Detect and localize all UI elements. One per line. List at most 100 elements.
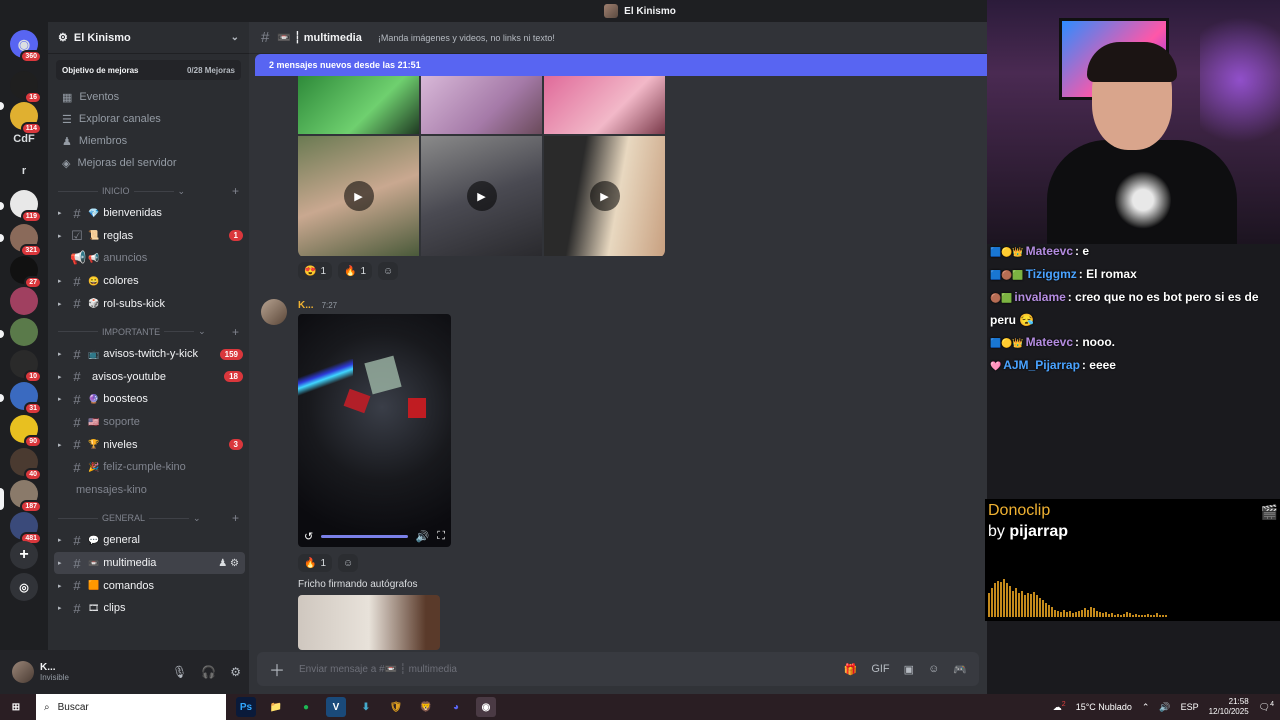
server-icon[interactable]: 90 [10,415,42,448]
add-channel-icon[interactable]: + [232,184,239,198]
category-inicio[interactable]: INICIO ⌄ + [48,180,249,202]
avatar[interactable] [12,661,34,683]
reaction[interactable]: 😍 1 [298,262,333,280]
microphone-icon[interactable]: 🎙 [172,665,187,679]
boost-goal[interactable]: Objetivo de mejoras 0/28 Mejoras [56,60,241,80]
category-general[interactable]: GENERAL ⌄ + [48,507,249,529]
nav-server-boost[interactable]: ◈ Mejoras del servidor [48,152,249,174]
spotify-icon[interactable]: ● [296,697,316,717]
app-icon[interactable]: ⬇ [356,697,376,717]
chevron-up-icon[interactable]: ⌃ [1142,702,1150,713]
channel-reglas[interactable]: ▸ ☑ 📜 reglas 1 [48,225,249,248]
channel-colores[interactable]: ▸ # 😀 colores [48,270,249,293]
channel-mensajes-kino[interactable]: mensajes-kino [48,479,249,502]
avatar[interactable] [261,299,287,325]
weather-text[interactable]: 15°C Nublado [1076,702,1132,712]
channel-comandos[interactable]: ▸ # 🟧 comandos [48,574,249,597]
play-icon[interactable]: ▶ [466,181,497,211]
volume-icon[interactable]: 🔊 [416,530,430,543]
media-tile[interactable]: ▶ [421,136,542,256]
clock[interactable]: 21:58 12/10/2025 [1209,697,1249,717]
channel-clips[interactable]: ▸ # 🎞 clips [48,597,249,620]
windows-start-icon[interactable]: ⊞ [6,697,26,717]
channel-bienvenidas[interactable]: ▸ # 💎 bienvenidas [48,202,249,225]
server-header[interactable]: ⚙ El Kinismo ⌄ [48,22,249,54]
server-icon[interactable]: 10 [10,350,42,383]
media-tile[interactable]: ▶ [544,136,665,256]
discord-home-icon[interactable]: ◉ 360 [10,30,42,63]
brave-icon[interactable]: 🦁 [416,697,436,717]
gif-icon[interactable]: GIF [871,663,889,676]
headphones-icon[interactable]: 🎧 [201,665,216,679]
channel-avisos-youtube[interactable]: ▸ # avisos-youtube 18 [48,366,249,389]
user-info[interactable]: K... Invisible [40,662,69,682]
server-icon[interactable]: 27 [10,256,42,289]
server-icon[interactable]: 481 [10,512,42,545]
notification-icon[interactable]: 🗨4 [1259,701,1274,713]
video-player[interactable]: ↺ 🔊 ⛶ [298,314,451,547]
channel-soporte[interactable]: # 🇺🇸 soporte [48,411,249,434]
server-icon[interactable] [10,318,38,346]
add-reaction-icon[interactable]: ☺ [338,554,359,572]
video-progress[interactable] [321,534,408,538]
play-icon[interactable]: ▶ [589,181,620,211]
channel-settings-icon[interactable]: ♟ ⚙ [218,558,239,569]
gift-icon[interactable]: 🎁 [844,663,858,676]
server-r[interactable]: r [10,157,38,185]
channel-multimedia[interactable]: ▸ # 📼 multimedia ♟ ⚙ [54,551,245,575]
obs-icon[interactable]: ◉ [476,697,496,717]
vegas-icon[interactable]: V [326,697,346,717]
file-explorer-icon[interactable]: 📁 [266,697,286,717]
nav-events[interactable]: ▦ Eventos [48,86,249,108]
media-tile[interactable]: ▶ [298,136,419,256]
server-icon[interactable]: 321 [10,224,42,257]
channel-niveles[interactable]: ▸ # 🏆 niveles 3 [48,433,249,456]
play-icon[interactable]: ▶ [343,181,374,211]
server-cdf[interactable]: CdF [10,125,38,153]
photoshop-icon[interactable]: Ps [236,697,256,717]
message-composer[interactable]: ＋ Enviar mensaje a #📼 ┆ multimedia 🎁 GIF… [257,652,979,686]
add-channel-icon[interactable]: + [232,325,239,339]
add-channel-icon[interactable]: + [232,511,239,525]
media-tile[interactable] [421,76,542,134]
nav-members[interactable]: ♟ Miembros [48,130,249,152]
keyboard-language[interactable]: ESP [1181,702,1199,712]
server-icon[interactable]: 187 [10,480,42,513]
taskbar-search[interactable]: ⌕ Buscar [36,694,226,720]
server-icon[interactable]: 31 [10,382,42,415]
media-tile[interactable] [298,76,419,134]
add-reaction-icon[interactable]: ☺ [378,262,399,280]
weather-icon[interactable]: ☁2 [1053,701,1066,713]
reaction[interactable]: 🔥 1 [338,262,373,280]
attach-icon[interactable]: ＋ [269,657,285,681]
add-server-icon[interactable]: + [10,541,38,569]
discord-icon[interactable]: ◕ [446,697,466,717]
app-icon[interactable]: 🛡 [386,697,406,717]
channel-anuncios[interactable]: 📢 📢 anuncios [48,247,249,270]
media-tile[interactable] [544,76,665,134]
channel-feliz-cumple-kino[interactable]: # 🎉 feliz-cumple-kino [48,456,249,479]
sticker-icon[interactable]: ▣ [904,663,914,676]
media-thumbnail[interactable] [298,595,440,650]
emoji-icon[interactable]: ☺ [928,663,939,676]
reaction[interactable]: 🔥 1 [298,554,333,572]
new-messages-bar[interactable]: 2 mensajes nuevos desde las 21:51 [255,54,987,76]
speaker-icon[interactable]: 🔊 [1159,702,1170,713]
channel-avisos-twitch-y-kick[interactable]: ▸ # 📺 avisos-twitch-y-kick 159 [48,343,249,366]
channel-boosteos[interactable]: ▸ # 🔮 boosteos [48,388,249,411]
server-icon[interactable] [10,287,38,315]
message-author[interactable]: K... [298,300,314,311]
server-icon[interactable]: 119 [10,190,42,223]
replay-icon[interactable]: ↺ [304,530,313,543]
channel-rol-subs-kick[interactable]: ▸ # 🎲 rol-subs-kick [48,292,249,315]
server-icon[interactable]: 40 [10,448,42,481]
discover-icon[interactable]: ◎ [10,573,38,601]
gear-icon[interactable]: ⚙ [230,665,241,679]
channel-general[interactable]: ▸ # 💬 general [48,529,249,552]
channel-topic[interactable]: ¡Manda imágenes y videos, no links ni te… [378,33,555,43]
apps-icon[interactable]: 🎮 [953,663,967,676]
nav-browse-channels[interactable]: ☰ Explorar canales [48,108,249,130]
fullscreen-icon[interactable]: ⛶ [437,530,445,543]
server-icon[interactable]: 16 [10,71,42,104]
category-importante[interactable]: IMPORTANTE ⌄ + [48,321,249,343]
